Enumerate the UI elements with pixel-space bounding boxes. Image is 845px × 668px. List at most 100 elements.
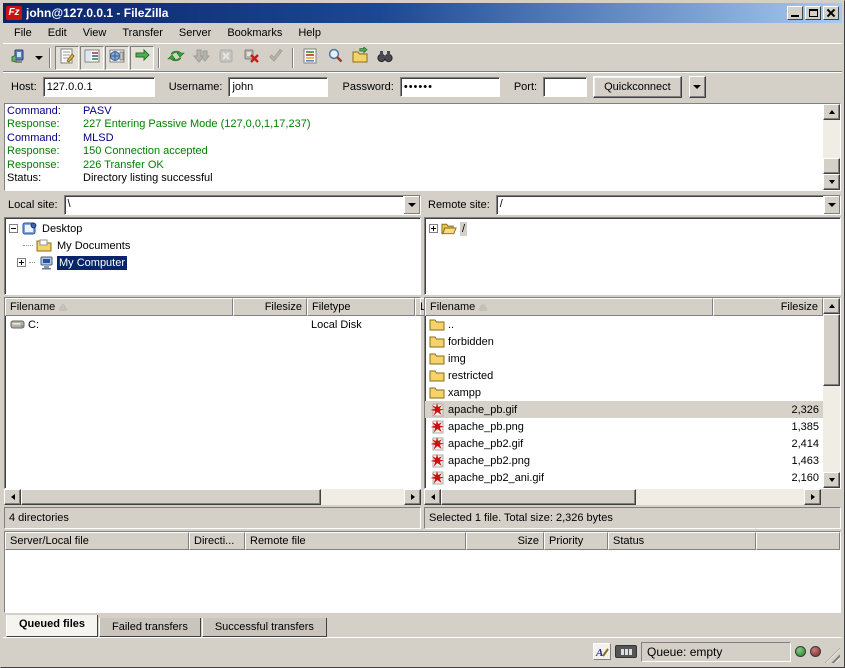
column-header-filename[interactable]: Filename	[5, 298, 233, 316]
menu-bookmarks[interactable]: Bookmarks	[220, 25, 289, 41]
scrollbar-thumb[interactable]	[21, 489, 321, 505]
file-row[interactable]: apache_pb2_ani.gif 2,160	[425, 469, 823, 486]
scroll-up-button[interactable]	[823, 298, 840, 314]
column-header-direction[interactable]: Directi...	[189, 532, 245, 550]
file-row-c-drive[interactable]: C: Local Disk	[5, 316, 420, 333]
tab-failed-transfers[interactable]: Failed transfers	[99, 618, 201, 637]
column-header-filetype[interactable]: Filetype	[307, 298, 415, 316]
remote-site-value[interactable]: /	[497, 196, 823, 214]
column-header-size[interactable]: Size	[466, 532, 544, 550]
scroll-left-button[interactable]	[4, 489, 21, 505]
tree-item-my-documents[interactable]: My Documents	[5, 237, 420, 254]
scrollbar-thumb[interactable]	[823, 314, 840, 386]
menu-edit[interactable]: Edit	[41, 25, 74, 41]
column-header-filesize[interactable]: Filesize	[713, 298, 823, 316]
scroll-up-button[interactable]	[823, 104, 840, 120]
toggle-log-button[interactable]	[55, 46, 79, 70]
log-scrollbar[interactable]	[823, 104, 840, 190]
host-input[interactable]	[43, 77, 155, 97]
quickconnect-dropdown[interactable]	[689, 76, 706, 98]
tab-successful-transfers[interactable]: Successful transfers	[202, 618, 327, 637]
reconnect-button[interactable]	[264, 46, 288, 70]
toggle-local-tree-button[interactable]	[80, 46, 104, 70]
refresh-button[interactable]	[164, 46, 188, 70]
tree-item-label[interactable]: /	[460, 222, 467, 236]
column-header-server-local-file[interactable]: Server/Local file	[5, 532, 189, 550]
file-name: apache_pb.gif	[448, 404, 517, 416]
remote-horizontal-scrollbar[interactable]	[424, 489, 821, 505]
process-queue-button[interactable]	[189, 46, 213, 70]
file-row[interactable]: forbidden	[425, 333, 823, 350]
tree-item-root[interactable]: /	[425, 220, 840, 237]
site-manager-dropdown[interactable]	[32, 46, 45, 70]
scroll-right-button[interactable]	[804, 489, 821, 505]
queue-list-body[interactable]	[5, 550, 840, 612]
disconnect-button[interactable]	[239, 46, 263, 70]
dropdown-arrow-icon	[693, 85, 701, 89]
collapse-icon[interactable]	[9, 224, 18, 233]
local-site-value[interactable]: \	[65, 196, 403, 214]
file-row[interactable]: ..	[425, 316, 823, 333]
menu-view[interactable]: View	[76, 25, 114, 41]
column-header-filesize[interactable]: Filesize	[233, 298, 307, 316]
port-input[interactable]	[543, 77, 587, 97]
scrollbar-thumb[interactable]	[823, 158, 840, 174]
file-row[interactable]: xampp	[425, 384, 823, 401]
cancel-button[interactable]	[214, 46, 238, 70]
scroll-left-button[interactable]	[424, 489, 441, 505]
tab-queued-files[interactable]: Queued files	[6, 615, 98, 637]
remote-vertical-scrollbar[interactable]	[823, 298, 840, 488]
file-row-selected[interactable]: apache_pb.gif 2,326	[425, 401, 823, 418]
menu-file[interactable]: File	[7, 25, 39, 41]
file-row[interactable]: img	[425, 350, 823, 367]
quickconnect-button[interactable]: Quickconnect	[593, 76, 682, 98]
local-site-dropdown[interactable]	[403, 196, 420, 214]
minimize-button[interactable]	[787, 6, 803, 20]
remote-site-dropdown[interactable]	[823, 196, 840, 214]
local-list-body[interactable]: C: Local Disk	[5, 316, 420, 488]
speed-limit-icon[interactable]	[615, 645, 637, 658]
column-header-filename[interactable]: Filename	[425, 298, 713, 316]
password-input[interactable]	[400, 77, 500, 97]
find-button[interactable]	[323, 46, 347, 70]
local-horizontal-scrollbar[interactable]	[4, 489, 421, 505]
ascii-transfer-type-icon[interactable]: A	[593, 643, 611, 660]
tree-item-label[interactable]: My Documents	[55, 239, 132, 253]
local-list-header: Filename Filesize Filetype L	[5, 298, 420, 316]
arrow-up-icon	[829, 304, 835, 308]
scroll-right-button[interactable]	[404, 489, 421, 505]
file-row[interactable]: apache_pb.png 1,385	[425, 418, 823, 435]
directory-comparison-button[interactable]	[348, 46, 372, 70]
tree-item-my-computer[interactable]: My Computer	[5, 254, 420, 271]
username-input[interactable]	[228, 77, 328, 97]
column-header-priority[interactable]: Priority	[544, 532, 608, 550]
file-row[interactable]: apache_pb2.png 1,463	[425, 452, 823, 469]
tree-item-desktop[interactable]: Desktop	[5, 220, 420, 237]
remote-list-body[interactable]: .. forbidden img restricted	[425, 316, 823, 488]
expand-icon[interactable]	[429, 224, 438, 233]
title-bar[interactable]: Fz john@127.0.0.1 - FileZilla	[3, 3, 842, 23]
close-button[interactable]	[823, 6, 839, 20]
toggle-remote-tree-button[interactable]	[105, 46, 129, 70]
expand-icon[interactable]	[17, 258, 26, 267]
resize-grip[interactable]	[825, 648, 840, 663]
menu-help[interactable]: Help	[291, 25, 328, 41]
menu-transfer[interactable]: Transfer	[115, 25, 170, 41]
maximize-button[interactable]	[805, 6, 821, 20]
file-row[interactable]: apache_pb2.gif 2,414	[425, 435, 823, 452]
column-header-remote-file[interactable]: Remote file	[245, 532, 466, 550]
scroll-down-button[interactable]	[823, 174, 840, 190]
tree-item-label[interactable]: Desktop	[40, 222, 84, 236]
column-header-status[interactable]: Status	[608, 532, 756, 550]
scrollbar-thumb[interactable]	[441, 489, 636, 505]
tree-item-label[interactable]: My Computer	[57, 256, 127, 270]
local-site-combobox[interactable]: \	[64, 195, 421, 215]
remote-site-combobox[interactable]: /	[496, 195, 841, 215]
filter-button[interactable]	[298, 46, 322, 70]
site-manager-button[interactable]	[7, 46, 31, 70]
scroll-down-button[interactable]	[823, 472, 840, 488]
file-row[interactable]: restricted	[425, 367, 823, 384]
synchronized-browsing-button[interactable]	[373, 46, 397, 70]
toggle-queue-button[interactable]	[130, 46, 154, 70]
menu-server[interactable]: Server	[172, 25, 218, 41]
